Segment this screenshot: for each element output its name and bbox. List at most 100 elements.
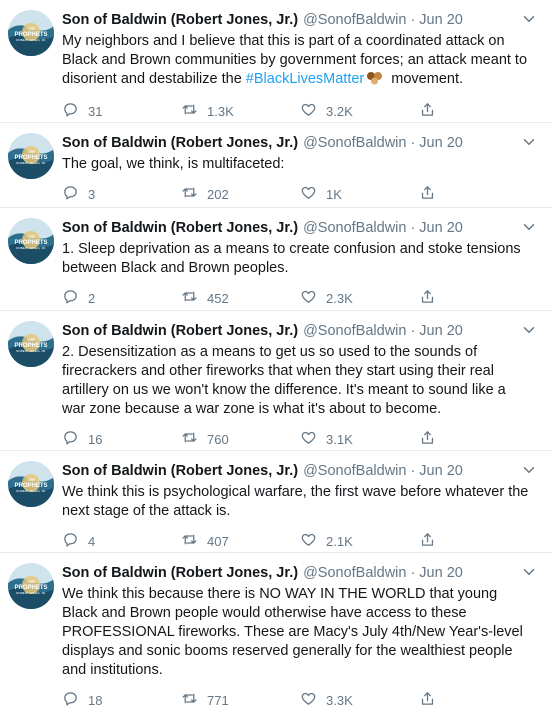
chevron-down-icon[interactable]	[520, 461, 538, 479]
svg-text:THE: THE	[27, 26, 35, 31]
avatar[interactable]: THE PROPHETS ROBERT JONES, JR.	[8, 133, 54, 179]
share-icon	[419, 101, 436, 121]
share-button[interactable]	[419, 184, 538, 204]
heart-icon	[300, 288, 317, 308]
author-handle[interactable]: @SonofBaldwin	[303, 133, 406, 153]
retweet-button[interactable]: 760	[181, 429, 300, 449]
hashtag-link[interactable]: #BlackLivesMatter	[246, 71, 364, 87]
tweet-date[interactable]: Jun 20	[419, 321, 463, 341]
author-handle[interactable]: @SonofBaldwin	[303, 218, 406, 238]
tweet[interactable]: THE PROPHETS ROBERT JONES, JR. Son of Ba…	[0, 123, 552, 208]
like-button[interactable]: 2.1K	[300, 531, 419, 551]
share-button[interactable]	[419, 531, 538, 551]
tweet[interactable]: THE PROPHETS ROBERT JONES, JR. Son of Ba…	[0, 0, 552, 123]
tweet-date[interactable]: Jun 20	[419, 218, 463, 238]
separator-dot: ·	[410, 135, 416, 151]
chevron-down-icon[interactable]	[520, 133, 538, 151]
reply-button[interactable]: 31	[62, 101, 181, 121]
share-button[interactable]	[419, 690, 538, 710]
svg-text:ROBERT JONES, JR.: ROBERT JONES, JR.	[16, 489, 46, 493]
avatar[interactable]: THE PROPHETS ROBERT JONES, JR.	[8, 321, 54, 367]
tweet-date[interactable]: Jun 20	[419, 10, 463, 30]
retweet-button[interactable]: 1.3K	[181, 101, 300, 121]
heart-icon	[300, 531, 317, 551]
reply-button[interactable]: 2	[62, 288, 181, 308]
tweet[interactable]: THE PROPHETS ROBERT JONES, JR. Son of Ba…	[0, 208, 552, 311]
like-count: 3.3K	[326, 692, 353, 708]
avatar[interactable]: THE PROPHETS ROBERT JONES, JR.	[8, 10, 54, 56]
svg-text:THE: THE	[27, 477, 35, 482]
svg-text:THE: THE	[27, 579, 35, 584]
tweet-header: Son of Baldwin (Robert Jones, Jr.) @Sono…	[62, 321, 538, 341]
share-icon	[419, 429, 436, 449]
tweet-text: 1. Sleep deprivation as a means to creat…	[62, 241, 521, 276]
share-button[interactable]	[419, 288, 538, 308]
svg-text:ROBERT JONES, JR.: ROBERT JONES, JR.	[16, 246, 46, 250]
tweet[interactable]: THE PROPHETS ROBERT JONES, JR. Son of Ba…	[0, 311, 552, 451]
author-name[interactable]: Son of Baldwin (Robert Jones, Jr.)	[62, 218, 298, 238]
tweet[interactable]: THE PROPHETS ROBERT JONES, JR. Son of Ba…	[0, 553, 552, 708]
like-button[interactable]: 3.1K	[300, 429, 419, 449]
like-count: 1K	[326, 186, 342, 202]
avatar[interactable]: THE PROPHETS ROBERT JONES, JR.	[8, 461, 54, 507]
retweet-count: 760	[207, 431, 229, 447]
tweet-header: Son of Baldwin (Robert Jones, Jr.) @Sono…	[62, 563, 538, 583]
avatar[interactable]: THE PROPHETS ROBERT JONES, JR.	[8, 218, 54, 264]
separator-dot: ·	[410, 463, 416, 479]
share-button[interactable]	[419, 101, 538, 121]
reply-icon	[62, 184, 79, 204]
retweet-icon	[181, 288, 198, 308]
reply-button[interactable]: 4	[62, 531, 181, 551]
retweet-count: 452	[207, 290, 229, 306]
tweet-text: The goal, we think, is multifaceted:	[62, 156, 285, 172]
author-name[interactable]: Son of Baldwin (Robert Jones, Jr.)	[62, 461, 298, 481]
chevron-down-icon[interactable]	[520, 321, 538, 339]
tweet-date[interactable]: Jun 20	[419, 133, 463, 153]
share-button[interactable]	[419, 429, 538, 449]
retweet-icon	[181, 531, 198, 551]
author-name[interactable]: Son of Baldwin (Robert Jones, Jr.)	[62, 133, 298, 153]
reply-count: 3	[88, 186, 96, 202]
tweet[interactable]: THE PROPHETS ROBERT JONES, JR. Son of Ba…	[0, 451, 552, 553]
heart-icon	[300, 184, 317, 204]
retweet-icon	[181, 101, 198, 121]
svg-text:ROBERT JONES, JR.: ROBERT JONES, JR.	[16, 591, 46, 595]
svg-text:ROBERT JONES, JR.: ROBERT JONES, JR.	[16, 38, 46, 42]
chevron-down-icon[interactable]	[520, 563, 538, 581]
retweet-button[interactable]: 202	[181, 184, 300, 204]
like-button[interactable]: 2.3K	[300, 288, 419, 308]
author-name[interactable]: Son of Baldwin (Robert Jones, Jr.)	[62, 321, 298, 341]
separator-dot: ·	[410, 565, 416, 581]
reply-button[interactable]: 16	[62, 429, 181, 449]
retweet-button[interactable]: 407	[181, 531, 300, 551]
like-button[interactable]: 1K	[300, 184, 419, 204]
heart-icon	[300, 429, 317, 449]
retweet-button[interactable]: 452	[181, 288, 300, 308]
tweet-date[interactable]: Jun 20	[419, 461, 463, 481]
retweet-button[interactable]: 771	[181, 690, 300, 710]
author-handle[interactable]: @SonofBaldwin	[303, 10, 406, 30]
author-handle[interactable]: @SonofBaldwin	[303, 461, 406, 481]
avatar[interactable]: THE PROPHETS ROBERT JONES, JR.	[8, 563, 54, 609]
tweet-date[interactable]: Jun 20	[419, 563, 463, 583]
reply-button[interactable]: 3	[62, 184, 181, 204]
reply-icon	[62, 690, 79, 710]
reply-button[interactable]: 18	[62, 690, 181, 710]
reply-count: 4	[88, 533, 96, 549]
reply-count: 31	[88, 103, 103, 119]
chevron-down-icon[interactable]	[520, 218, 538, 236]
retweet-count: 771	[207, 692, 229, 708]
retweet-icon	[181, 690, 198, 710]
tweet-header: Son of Baldwin (Robert Jones, Jr.) @Sono…	[62, 10, 538, 30]
share-icon	[419, 531, 436, 551]
like-button[interactable]: 3.2K	[300, 101, 419, 121]
author-name[interactable]: Son of Baldwin (Robert Jones, Jr.)	[62, 563, 298, 583]
reply-icon	[62, 429, 79, 449]
author-handle[interactable]: @SonofBaldwin	[303, 563, 406, 583]
like-count: 3.2K	[326, 103, 353, 119]
author-name[interactable]: Son of Baldwin (Robert Jones, Jr.)	[62, 10, 298, 30]
chevron-down-icon[interactable]	[520, 10, 538, 28]
author-handle[interactable]: @SonofBaldwin	[303, 321, 406, 341]
like-button[interactable]: 3.3K	[300, 690, 419, 710]
tweet-header: Son of Baldwin (Robert Jones, Jr.) @Sono…	[62, 218, 538, 238]
